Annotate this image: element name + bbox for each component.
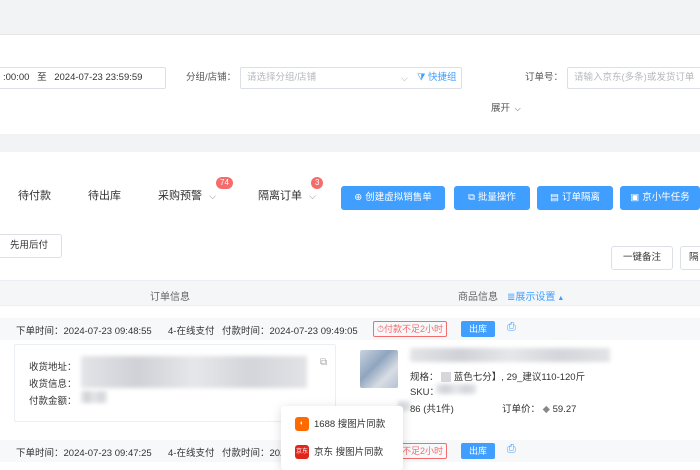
redacted-spec	[441, 372, 452, 383]
redacted-address	[81, 356, 307, 388]
order-no-label: 订单号：	[525, 72, 564, 83]
batch-operation-button[interactable]: ⧉ 批量操作	[454, 186, 530, 210]
tab-pending-payment[interactable]: 待付款	[18, 186, 51, 206]
quantity: 86 (共1件)	[410, 404, 454, 415]
chevron-down-icon: ⌵	[209, 191, 216, 201]
order-time: 下单时间：2024-07-23 09:47:25	[16, 448, 152, 459]
group-select[interactable]: 请选择分组/店铺 ⌵ ⧩ 快捷组	[240, 67, 462, 89]
top-bar	[0, 0, 700, 34]
receiver-label: 收货信息：	[29, 379, 77, 390]
expand-label: 展开	[491, 103, 511, 114]
warning-text: 付款不足2小时	[384, 324, 444, 334]
button-label: 批量操作	[477, 192, 516, 203]
search-jd-option[interactable]: 京东 京东 搜图片同款	[295, 444, 384, 460]
spec-value: 蓝色七分】, 29_建议110-120斤	[453, 372, 586, 383]
expand-toggle[interactable]: 展开 ⌵	[491, 101, 521, 117]
chevron-down-icon: ⌵	[309, 191, 316, 201]
group-placeholder: 请选择分组/店铺	[247, 72, 317, 83]
col-order-info: 订单信息	[150, 292, 190, 303]
partial-button[interactable]: 隔	[680, 246, 700, 270]
button-label: 先用后付	[9, 240, 48, 251]
caret-up-icon: ▲	[557, 295, 565, 302]
image-search-popup: ◐ 1688 搜图片同款 京东 京东 搜图片同款	[281, 406, 403, 470]
tab-label: 隔离订单	[258, 190, 302, 202]
search-1688-option[interactable]: ◐ 1688 搜图片同款	[295, 416, 386, 432]
ship-out-button[interactable]: 出库	[461, 443, 496, 459]
sku-line: SKU：	[410, 384, 439, 398]
tab-purchase-warning[interactable]: 采购预警 ⌵	[158, 186, 216, 206]
print-icon[interactable]: ⎙	[507, 321, 516, 334]
payment-warning-badge: ⏱付款不足2小时	[373, 321, 448, 337]
print-icon[interactable]: ⎙	[507, 443, 516, 456]
chevron-down-icon: ⌵	[514, 104, 521, 113]
redacted-product-title	[410, 348, 610, 362]
jd-logo-icon: 京东	[295, 445, 309, 460]
pay-type: 4-在线支付	[168, 448, 215, 459]
one-key-note-button[interactable]: 一键备注	[611, 246, 673, 270]
pay-first-button[interactable]: 先用后付	[0, 234, 62, 258]
ship-out-button[interactable]: 出库	[461, 321, 496, 337]
jd-task-button[interactable]: ▣ 京小牛任务	[620, 186, 700, 210]
plus-circle-icon: ⊕	[354, 192, 363, 203]
isolated-orders-badge: 3	[311, 177, 324, 189]
pay-type: 4-在线支付	[168, 326, 215, 337]
order-no-input[interactable]: 请输入京东(多条)或发货订单	[567, 67, 700, 89]
date-separator: 至	[37, 72, 47, 83]
tab-label: 待付款	[18, 190, 51, 202]
order-time: 下单时间：2024-07-23 09:48:55	[16, 326, 152, 337]
order-price-line: 订单价： ◆ 59.27	[502, 401, 576, 415]
1688-logo-icon: ◐	[295, 417, 309, 432]
tab-isolated-orders[interactable]: 隔离订单 ⌵	[258, 186, 316, 206]
pay-time: 付款时间：2024-07-23 09:49:05	[222, 326, 358, 337]
filter-panel: :00:00 至 2024-07-23 23:59:59 分组/店铺： 请选择分…	[0, 34, 700, 134]
order-isolate-button[interactable]: ▤ 订单隔离	[537, 186, 613, 210]
currency-icon: ◆	[542, 404, 550, 415]
order-no-placeholder: 请输入京东(多条)或发货订单	[574, 72, 695, 83]
tab-pending-shipment[interactable]: 待出库	[88, 186, 121, 206]
button-label: 创建虚拟销售单	[365, 192, 432, 203]
create-virtual-order-button[interactable]: ⊕ 创建虚拟销售单	[341, 186, 445, 210]
date-start: :00:00	[3, 72, 30, 83]
redacted-sku	[436, 384, 476, 394]
price-value: 59.27	[552, 404, 577, 415]
clock-icon: ⏱	[377, 324, 385, 334]
copy-icon[interactable]: ⧉	[320, 357, 327, 368]
button-label: 一键备注	[622, 252, 661, 263]
button-label: 订单隔离	[561, 192, 600, 203]
redacted-amount	[81, 391, 107, 403]
calendar-icon: ▣	[630, 192, 640, 203]
spec-label: 规格：	[410, 372, 439, 383]
sku-label: SKU：	[410, 387, 440, 398]
tab-label: 待出库	[88, 190, 121, 202]
spec-line: 规格： 蓝色七分】, 29_建议110-120斤	[410, 369, 585, 383]
address-label: 收货地址：	[29, 362, 77, 373]
document-icon: ▤	[550, 192, 559, 203]
date-end: 2024-07-23 23:59:59	[54, 72, 143, 83]
product-thumbnail[interactable]	[360, 350, 398, 388]
table-header: 订单信息 商品信息 ≣展示设置 ▲	[0, 280, 700, 306]
display-settings-link[interactable]: ≣展示设置 ▲	[507, 288, 564, 303]
date-range-input[interactable]: :00:00 至 2024-07-23 23:59:59	[0, 67, 166, 89]
batch-icon: ⧉	[468, 192, 475, 203]
button-label: 京小牛任务	[642, 192, 690, 203]
order-row-header: 下单时间：2024-07-23 09:48:55 4-在线支付 付款时间：202…	[0, 318, 700, 340]
chevron-down-icon: ⌵	[401, 73, 408, 83]
option-label: 1688 搜图片同款	[314, 419, 386, 430]
amount-label: 付款金额：	[29, 396, 77, 407]
col-goods-info: 商品信息	[458, 292, 498, 303]
filter-icon: ⧩	[417, 72, 426, 83]
display-settings-label: 展示设置	[515, 292, 556, 303]
button-label: 隔	[689, 252, 699, 263]
option-label: 京东 搜图片同款	[314, 447, 384, 458]
tab-label: 采购预警	[158, 190, 202, 202]
purchase-warning-badge: 74	[216, 177, 233, 189]
group-label: 分组/店铺：	[186, 72, 237, 83]
price-label: 订单价：	[502, 404, 541, 415]
quick-group-link[interactable]: 快捷组	[428, 68, 457, 88]
